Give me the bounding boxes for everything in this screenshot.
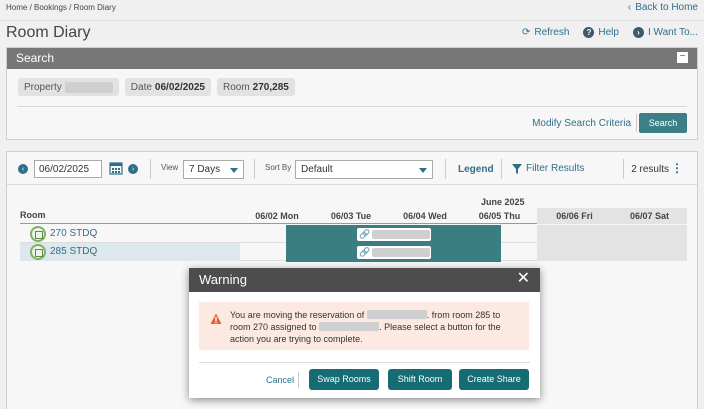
cancel-button[interactable]: Cancel bbox=[266, 375, 294, 385]
help-button[interactable]: ? Help bbox=[583, 27, 619, 38]
divider bbox=[20, 223, 240, 224]
chevron-down-icon bbox=[419, 168, 427, 173]
room-chip[interactable]: Room 270,285 bbox=[216, 78, 295, 96]
day-header: 06/07 Sat bbox=[612, 208, 687, 224]
previous-date-button[interactable]: ‹ bbox=[18, 164, 28, 174]
refresh-button[interactable]: ⟳ Refresh bbox=[522, 27, 569, 38]
month-label: June 2025 bbox=[481, 197, 525, 207]
warning-dialog: Warning ✕ You are moving the reservation… bbox=[189, 268, 540, 398]
redacted-guest-name bbox=[319, 322, 380, 331]
dialog-title: Warning bbox=[199, 272, 247, 287]
warning-icon bbox=[210, 313, 222, 324]
redacted-guest-name bbox=[372, 230, 431, 239]
swap-rooms-button[interactable]: Swap Rooms bbox=[309, 369, 379, 390]
arrow-right-icon: › bbox=[632, 27, 644, 38]
diary-toolbar: ‹ › View 7 Days Sort By Default Legend F… bbox=[7, 152, 697, 185]
back-to-home-link[interactable]: ‹ Back to Home bbox=[628, 2, 698, 13]
room-select-checkbox[interactable] bbox=[30, 244, 46, 260]
property-chip-label: Property bbox=[24, 81, 62, 93]
divider bbox=[501, 159, 502, 179]
calendar-icon[interactable] bbox=[109, 161, 123, 175]
refresh-icon: ⟳ bbox=[521, 27, 531, 38]
room-column-header: Room bbox=[20, 210, 46, 220]
redacted-property bbox=[64, 81, 113, 93]
back-to-home-label: Back to Home bbox=[635, 2, 698, 13]
day-header: 06/02 Mon bbox=[255, 211, 299, 221]
warning-message-box: You are moving the reservation of . from… bbox=[199, 302, 529, 350]
next-date-button[interactable]: › bbox=[128, 164, 138, 174]
property-chip[interactable]: Property bbox=[18, 78, 119, 96]
room-name[interactable]: 285 STDQ bbox=[50, 246, 97, 257]
more-options-icon[interactable]: ⋮ bbox=[671, 161, 683, 175]
search-header: Search − bbox=[7, 48, 697, 69]
reservation-tag[interactable]: 🔗 bbox=[357, 246, 431, 259]
divider bbox=[623, 159, 624, 179]
collapse-button[interactable]: − bbox=[677, 52, 688, 63]
divider bbox=[17, 106, 687, 107]
day-header: 06/04 Wed bbox=[403, 211, 447, 221]
create-share-button[interactable]: Create Share bbox=[459, 369, 529, 390]
page-title: Room Diary bbox=[6, 24, 91, 41]
filter-results-label: Filter Results bbox=[526, 163, 585, 174]
search-header-title: Search bbox=[16, 51, 55, 65]
weekend-cell bbox=[537, 225, 687, 243]
sort-by-select-value: Default bbox=[301, 164, 333, 175]
link-icon: 🔗 bbox=[359, 247, 371, 257]
divider bbox=[298, 372, 299, 388]
divider bbox=[150, 159, 151, 179]
sort-by-label: Sort By bbox=[265, 163, 292, 172]
divider bbox=[199, 362, 530, 363]
redacted-guest-name bbox=[366, 310, 427, 319]
date-chip-value: 06/02/2025 bbox=[154, 81, 205, 93]
filter-results-link[interactable]: Filter Results bbox=[512, 163, 584, 174]
divider bbox=[636, 114, 637, 132]
date-chip[interactable]: Date 06/02/2025 bbox=[124, 78, 211, 96]
search-button[interactable]: Search bbox=[639, 113, 687, 133]
results-count: 2 results bbox=[631, 164, 669, 175]
warning-message: You are moving the reservation of . from… bbox=[230, 309, 520, 345]
room-cell[interactable]: 270 STDQ bbox=[20, 225, 240, 243]
modify-search-criteria-link[interactable]: Modify Search Criteria bbox=[532, 118, 631, 129]
breadcrumb[interactable]: Home / Bookings / Room Diary bbox=[6, 3, 116, 12]
divider bbox=[445, 159, 446, 179]
redacted-guest-name bbox=[372, 248, 431, 257]
day-headers: 06/02 Mon 06/03 Tue 06/04 Wed 06/05 Thu … bbox=[240, 208, 687, 224]
weekend-cell bbox=[537, 243, 687, 261]
view-label: View bbox=[161, 163, 179, 172]
shift-room-button[interactable]: Shift Room bbox=[388, 369, 452, 390]
help-icon: ? bbox=[583, 27, 595, 38]
room-cell[interactable]: 285 STDQ bbox=[20, 243, 240, 261]
title-actions: ⟳ Refresh ? Help › I Want To... bbox=[522, 27, 698, 38]
i-want-to-label: I Want To... bbox=[647, 27, 698, 38]
room-chip-value: 270,285 bbox=[252, 81, 289, 93]
date-chip-label: Date bbox=[130, 81, 152, 93]
dialog-header: Warning ✕ bbox=[189, 268, 540, 292]
room-chip-label: Room bbox=[222, 81, 250, 93]
legend-link[interactable]: Legend bbox=[458, 164, 494, 175]
refresh-label: Refresh bbox=[534, 27, 570, 38]
search-chips: Property Date 06/02/2025 Room 270,285 bbox=[18, 78, 295, 96]
divider bbox=[254, 159, 255, 179]
link-icon: 🔗 bbox=[359, 229, 371, 239]
top-bar: Home / Bookings / Room Diary ‹ Back to H… bbox=[0, 0, 704, 20]
day-header: 06/06 Fri bbox=[537, 208, 612, 224]
reservation-tag[interactable]: 🔗 bbox=[357, 228, 431, 241]
title-row: Room Diary ⟳ Refresh ? Help › I Want To.… bbox=[0, 20, 704, 46]
view-select[interactable]: 7 Days bbox=[183, 160, 244, 179]
search-panel: Search − Property Date 06/02/2025 Room 2… bbox=[6, 47, 698, 140]
close-icon[interactable]: ✕ bbox=[517, 271, 530, 287]
view-select-value: 7 Days bbox=[189, 164, 221, 175]
date-input[interactable] bbox=[34, 160, 102, 178]
sort-by-select[interactable]: Default bbox=[295, 160, 433, 179]
room-name[interactable]: 270 STDQ bbox=[50, 228, 97, 239]
day-header: 06/03 Tue bbox=[330, 211, 372, 221]
help-label: Help bbox=[598, 27, 619, 38]
room-select-checkbox[interactable] bbox=[30, 226, 46, 242]
warning-message-part: You are moving the reservation of bbox=[230, 310, 367, 320]
day-header: 06/05 Thu bbox=[478, 211, 521, 221]
chevron-left-icon: ‹ bbox=[627, 2, 632, 13]
i-want-to-button[interactable]: › I Want To... bbox=[632, 27, 698, 38]
filter-icon bbox=[512, 163, 522, 174]
chevron-down-icon bbox=[230, 168, 238, 173]
